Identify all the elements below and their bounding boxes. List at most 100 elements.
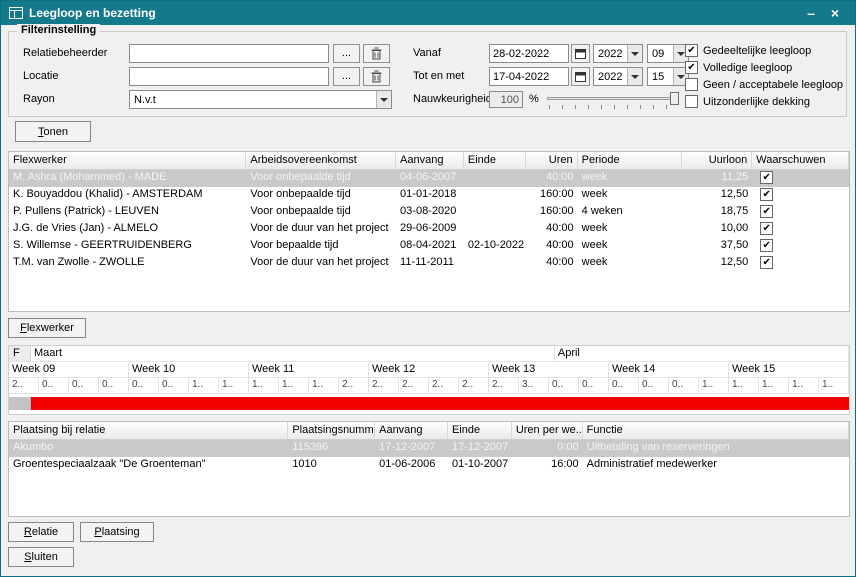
tonen-button[interactable]: Tonen <box>15 121 91 142</box>
chevron-down-icon[interactable] <box>627 45 642 62</box>
filter-checkbox-2[interactable]: Geen / acceptabele leegloop <box>685 76 845 93</box>
timeline-panel: F MaartApril Week 09Week 10Week 11Week 1… <box>8 345 850 415</box>
relatie-button[interactable]: Relatie <box>8 522 74 542</box>
tot-label: Tot en met <box>413 70 464 82</box>
filter-checkbox-1[interactable]: ✔Volledige leegloop <box>685 59 845 76</box>
table-row[interactable]: K. Bouyaddou (Khalid) - AMSTERDAMVoor on… <box>9 187 849 204</box>
column-header[interactable]: Aanvang <box>396 152 464 169</box>
table-row[interactable]: Groentespeciaalzaak "De Groenteman"10100… <box>9 457 849 474</box>
timeline-bar-corner <box>9 397 31 410</box>
column-header[interactable]: Waarschuwen <box>752 152 849 169</box>
sluiten-button[interactable]: Sluiten <box>8 547 74 567</box>
locatie-input[interactable] <box>129 67 329 86</box>
app-icon <box>9 7 23 19</box>
column-header[interactable]: Functie <box>583 422 849 439</box>
cell: 01-06-2006 <box>375 457 448 474</box>
checkbox-box[interactable]: ✔ <box>685 44 698 57</box>
nauwkeurigheid-slider[interactable] <box>547 90 679 109</box>
plaatsing-button[interactable]: Plaatsing <box>80 522 154 542</box>
day-header: 2.. <box>9 378 39 393</box>
locatie-clear-button[interactable] <box>363 67 390 86</box>
column-header[interactable]: Aanvang <box>375 422 448 439</box>
window-title: Leegloop en bezetting <box>29 6 799 20</box>
tot-date-input[interactable] <box>489 67 569 86</box>
relatiebeheerder-browse-button[interactable]: ... <box>333 44 360 63</box>
slider-thumb[interactable] <box>670 92 679 105</box>
slider-track[interactable] <box>547 97 679 100</box>
cell <box>464 187 526 204</box>
dialog-window: Leegloop en bezetting – × Filterinstelli… <box>0 0 856 577</box>
day-header: 3.. <box>519 378 549 393</box>
table-row[interactable]: Akumbo11539617-12-200717-12-20070:00Uitb… <box>9 440 849 457</box>
table-row[interactable]: S. Willemse - GEERTRUIDENBERGVoor bepaal… <box>9 238 849 255</box>
relatiebeheerder-input[interactable] <box>129 44 329 63</box>
plaatsing-table: Plaatsing bij relatiePlaatsingsnummerAan… <box>8 421 850 517</box>
day-header: 0.. <box>159 378 189 393</box>
column-header[interactable]: Periode <box>578 152 683 169</box>
close-button[interactable]: × <box>823 5 847 21</box>
trash-icon <box>364 47 389 60</box>
cell <box>464 204 526 221</box>
waarschuwen-checkbox[interactable]: ✔ <box>760 256 773 269</box>
week-header: Week 13 <box>489 362 609 377</box>
vanaf-calendar-button[interactable] <box>571 44 590 63</box>
cell: week <box>578 187 683 204</box>
sluiten-button-label: Sluiten <box>9 548 73 566</box>
day-header: 1.. <box>819 378 849 393</box>
checkbox-box[interactable]: ✔ <box>685 61 698 74</box>
cell-waarschuwen: ✔ <box>752 221 849 238</box>
vanaf-date-input[interactable] <box>489 44 569 63</box>
waarschuwen-checkbox[interactable]: ✔ <box>760 222 773 235</box>
table-row[interactable]: T.M. van Zwolle - ZWOLLEVoor de duur van… <box>9 255 849 272</box>
trash-icon <box>364 70 389 83</box>
checkbox-box[interactable] <box>685 95 698 108</box>
waarschuwen-checkbox[interactable]: ✔ <box>760 239 773 252</box>
column-header[interactable]: Arbeidsovereenkomst <box>246 152 396 169</box>
column-header[interactable]: Uurloon <box>682 152 752 169</box>
column-header[interactable]: Einde <box>448 422 512 439</box>
minimize-button[interactable]: – <box>799 5 823 21</box>
tot-week-select[interactable]: 15 <box>647 67 689 86</box>
titlebar: Leegloop en bezetting – × <box>1 1 855 25</box>
cell: week <box>578 170 683 187</box>
column-header[interactable]: Flexwerker <box>9 152 246 169</box>
day-header: 1.. <box>219 378 249 393</box>
column-header[interactable]: Plaatsing bij relatie <box>9 422 288 439</box>
checkbox-label: Gedeeltelijke leegloop <box>703 45 811 57</box>
waarschuwen-checkbox[interactable]: ✔ <box>760 171 773 184</box>
filter-checkbox-0[interactable]: ✔ Gedeeltelijke leegloop <box>685 42 845 59</box>
day-header: 2.. <box>369 378 399 393</box>
cell: 17-12-2007 <box>375 440 448 457</box>
chevron-down-icon[interactable] <box>627 68 642 85</box>
column-header[interactable]: Uren per we... <box>512 422 583 439</box>
table-row[interactable]: P. Pullens (Patrick) - LEUVENVoor onbepa… <box>9 204 849 221</box>
waarschuwen-checkbox[interactable]: ✔ <box>760 205 773 218</box>
cell: week <box>578 238 683 255</box>
locatie-browse-button[interactable]: ... <box>333 67 360 86</box>
tot-calendar-button[interactable] <box>571 67 590 86</box>
relatiebeheerder-clear-button[interactable] <box>363 44 390 63</box>
chevron-down-icon[interactable] <box>376 91 391 108</box>
column-header[interactable]: Einde <box>464 152 526 169</box>
flexwerker-button[interactable]: Flexwerker <box>8 318 86 338</box>
tot-year-select[interactable]: 2022 <box>593 67 643 86</box>
cell: Akumbo <box>9 440 288 457</box>
waarschuwen-checkbox[interactable]: ✔ <box>760 188 773 201</box>
cell: Voor bepaalde tijd <box>246 238 396 255</box>
vanaf-year-select[interactable]: 2022 <box>593 44 643 63</box>
day-header: 0.. <box>639 378 669 393</box>
column-header[interactable]: Plaatsingsnummer <box>288 422 375 439</box>
cell: P. Pullens (Patrick) - LEUVEN <box>9 204 246 221</box>
cell-waarschuwen: ✔ <box>752 255 849 272</box>
cell: 29-06-2009 <box>396 221 464 238</box>
rayon-label: Rayon <box>23 93 55 105</box>
cell: Voor onbepaalde tijd <box>246 187 396 204</box>
table-row[interactable]: J.G. de Vries (Jan) - ALMELOVoor de duur… <box>9 221 849 238</box>
checkbox-box[interactable] <box>685 78 698 91</box>
table-row[interactable]: M. Ashra (Mohammed) - MADEVoor onbepaald… <box>9 170 849 187</box>
cell <box>464 221 526 238</box>
column-header[interactable]: Uren <box>526 152 578 169</box>
filter-checkbox-3[interactable]: Uitzonderlijke dekking <box>685 93 845 110</box>
vanaf-week-select[interactable]: 09 <box>647 44 689 63</box>
rayon-select[interactable]: N.v.t <box>129 90 392 109</box>
